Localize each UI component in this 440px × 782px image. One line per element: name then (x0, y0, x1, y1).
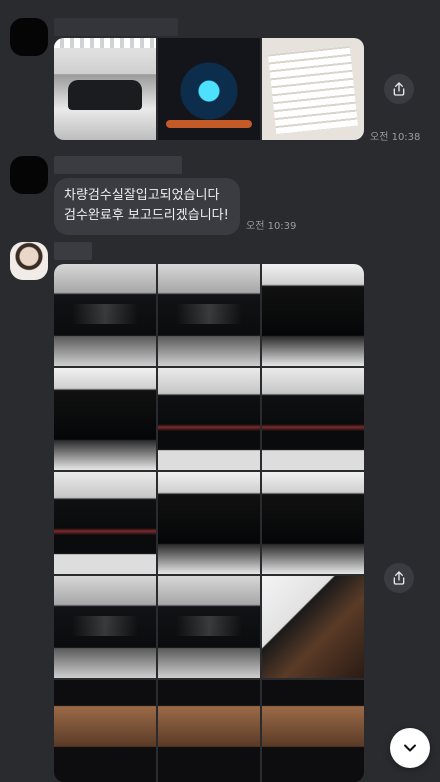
message-time: 오전 10:39 (246, 221, 297, 232)
sender-avatar-photo[interactable] (10, 242, 48, 280)
share-icon (393, 571, 405, 585)
message-time: 오전 10:38 (370, 132, 421, 143)
photo-thumbnail[interactable] (54, 576, 156, 678)
photo-grid (54, 264, 364, 782)
photo-thumbnail[interactable] (54, 264, 156, 366)
sender-avatar[interactable] (10, 156, 48, 194)
photo-thumbnail[interactable] (262, 680, 364, 782)
photo-thumbnail[interactable] (158, 680, 260, 782)
share-button[interactable] (384, 563, 414, 593)
photo-thumbnail[interactable] (262, 264, 364, 366)
chevron-down-icon (404, 744, 416, 752)
photo-thumbnail-dashboard[interactable] (158, 38, 260, 140)
photo-thumbnail-document[interactable] (262, 38, 364, 140)
photo-grid (54, 38, 364, 140)
message-text-line: 차량검수실잘입고되었습니다 (64, 188, 220, 203)
photo-thumbnail[interactable] (158, 264, 260, 366)
photo-thumbnail-showroom-front[interactable] (54, 38, 156, 140)
sender-avatar[interactable] (10, 18, 48, 56)
photo-thumbnail[interactable] (54, 472, 156, 574)
photo-thumbnail[interactable] (262, 576, 364, 678)
share-icon (393, 82, 405, 96)
sender-name-redacted (54, 156, 182, 174)
photo-thumbnail[interactable] (54, 680, 156, 782)
message-bubble: 차량검수실잘입고되었습니다 검수완료후 보고드리겠습니다! (54, 178, 240, 235)
scroll-to-bottom-button[interactable] (390, 728, 430, 768)
photo-thumbnail[interactable] (158, 472, 260, 574)
photo-thumbnail[interactable] (54, 368, 156, 470)
sender-name-redacted (54, 242, 92, 260)
photo-thumbnail[interactable] (262, 368, 364, 470)
photo-thumbnail[interactable] (158, 576, 260, 678)
sender-name-redacted (54, 18, 178, 36)
photo-thumbnail[interactable] (158, 368, 260, 470)
photo-thumbnail[interactable] (262, 472, 364, 574)
share-button[interactable] (384, 74, 414, 104)
message-text-line: 검수완료후 보고드리겠습니다! (64, 208, 229, 223)
